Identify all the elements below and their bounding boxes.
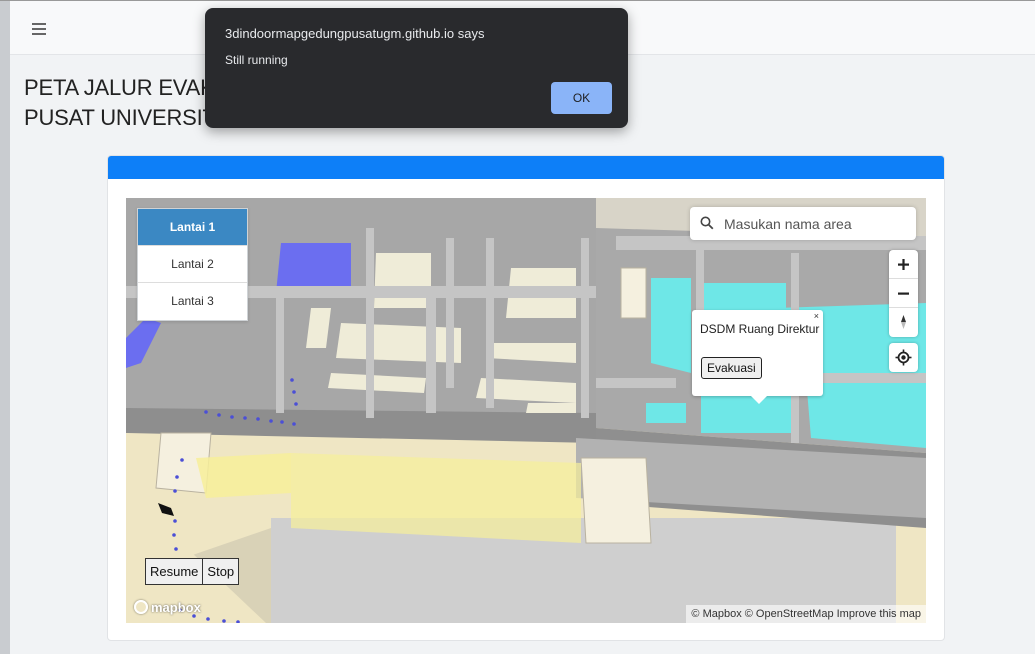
alert-dialog: 3dindoormapgedungpusatugm.github.io says… <box>205 8 628 128</box>
search-input[interactable] <box>722 207 910 240</box>
plus-icon <box>898 259 909 270</box>
mapbox-logo-text: mapbox <box>151 599 201 615</box>
map-attribution[interactable]: © Mapbox © OpenStreetMap Improve this ma… <box>686 605 926 623</box>
popup-title: DSDM Ruang Direktur <box>700 322 820 336</box>
left-edge-strip <box>0 0 10 654</box>
mapbox-logo[interactable]: mapbox <box>134 598 201 616</box>
minus-icon <box>898 292 909 295</box>
floor-selector: Lantai 1 Lantai 2 Lantai 3 <box>137 208 248 321</box>
stop-button[interactable]: Stop <box>203 558 240 585</box>
geolocate-icon <box>895 349 912 366</box>
card-header <box>108 156 944 179</box>
dialog-message: Still running <box>225 53 288 67</box>
geolocate-button[interactable] <box>889 343 918 372</box>
zoom-out-button[interactable] <box>889 279 918 308</box>
floor-item-lantai-1[interactable]: Lantai 1 <box>138 209 247 246</box>
dialog-ok-button[interactable]: OK <box>551 82 612 114</box>
map-canvas[interactable]: Lantai 1 Lantai 2 Lantai 3 Masukan nama … <box>126 198 926 623</box>
mapbox-logo-icon <box>134 600 148 614</box>
floor-item-lantai-2[interactable]: Lantai 2 <box>138 246 247 283</box>
compass-icon <box>901 315 906 329</box>
evakuasi-button[interactable]: Evakuasi <box>701 357 762 379</box>
compass-button[interactable] <box>889 308 918 337</box>
popup-tip <box>751 396 767 404</box>
popup-close-button[interactable]: × <box>814 311 819 321</box>
simulation-controls: Resume Stop <box>145 558 240 585</box>
navigation-control <box>889 250 918 337</box>
map-card: Lantai 1 Lantai 2 Lantai 3 Masukan nama … <box>107 155 945 641</box>
floor-item-lantai-3[interactable]: Lantai 3 <box>138 283 247 320</box>
dialog-title: 3dindoormapgedungpusatugm.github.io says <box>225 26 485 41</box>
zoom-in-button[interactable] <box>889 250 918 279</box>
hamburger-icon[interactable] <box>32 23 46 38</box>
search-box <box>690 207 916 240</box>
room-popup: × DSDM Ruang Direktur Evakuasi <box>692 310 823 404</box>
resume-button[interactable]: Resume <box>145 558 204 585</box>
search-icon <box>700 216 714 230</box>
